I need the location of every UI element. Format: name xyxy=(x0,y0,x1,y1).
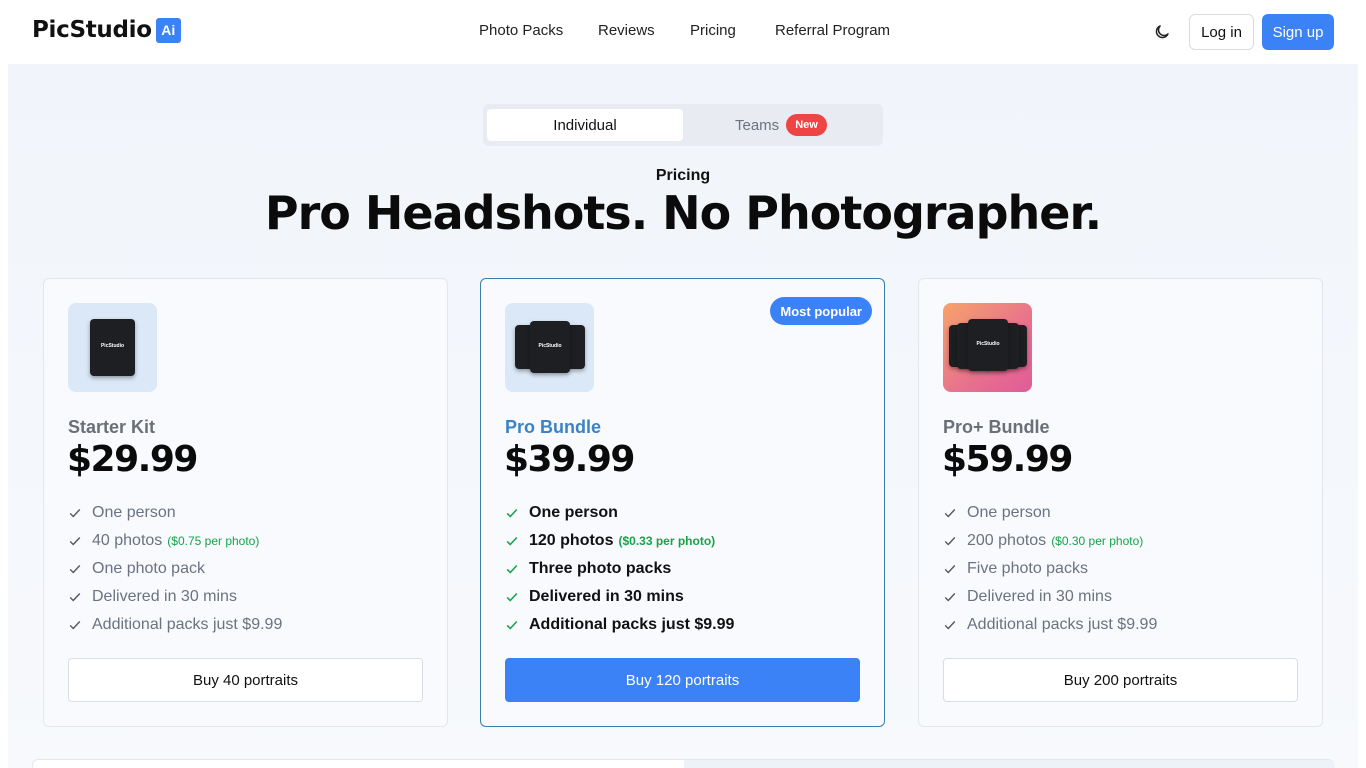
feature-item: Additional packs just $9.99 xyxy=(505,611,734,639)
next-section-tabs xyxy=(32,759,1335,768)
signup-button[interactable]: Sign up xyxy=(1262,14,1334,50)
feature-item: 40 photos ($0.75 per photo) xyxy=(68,527,282,555)
check-icon xyxy=(69,621,81,630)
feature-list: One person 40 photos ($0.75 per photo) On… xyxy=(68,499,282,639)
new-badge: New xyxy=(786,114,827,136)
feature-list: One person 200 photos ($0.30 per photo) F… xyxy=(943,499,1157,639)
plan-name: Pro Bundle xyxy=(505,417,602,437)
feature-item: Additional packs just $9.99 xyxy=(68,611,282,639)
plan-image: PicStudio xyxy=(68,303,157,392)
tab-individual[interactable]: Individual xyxy=(487,109,683,141)
feature-item: 200 photos ($0.30 per photo) xyxy=(943,527,1157,555)
check-icon xyxy=(506,564,518,574)
feature-item: Delivered in 30 mins xyxy=(943,583,1157,611)
check-icon xyxy=(506,508,518,518)
plan-image: PicStudio xyxy=(505,303,594,392)
check-icon xyxy=(944,593,956,602)
feature-list: One person 120 photos ($0.33 per photo) T… xyxy=(505,499,734,639)
login-button[interactable]: Log in xyxy=(1189,14,1254,50)
site-header: PicStudio Ai Photo Packs Reviews Pricing… xyxy=(0,0,1366,64)
buy-120-portraits-button[interactable]: Buy 120 portraits xyxy=(505,658,860,702)
plan-image: PicStudio xyxy=(943,303,1032,392)
plan-price: $39.99 xyxy=(504,439,635,480)
feature-item: Three photo packs xyxy=(505,555,734,583)
plan-name: Starter Kit xyxy=(68,417,156,437)
section-eyebrow: Pricing xyxy=(655,167,711,184)
tab-teams[interactable]: Teams xyxy=(735,117,779,134)
feature-item: One photo pack xyxy=(68,555,282,583)
nav-reviews[interactable]: Reviews xyxy=(598,22,655,39)
feature-item: Delivered in 30 mins xyxy=(505,583,734,611)
plan-card-pro-plus: PicStudio Pro+ Bundle $59.99 One person … xyxy=(918,278,1323,727)
per-photo-price: ($0.30 per photo) xyxy=(1051,534,1144,548)
feature-item: Delivered in 30 mins xyxy=(68,583,282,611)
buy-40-portraits-button[interactable]: Buy 40 portraits xyxy=(68,658,423,702)
check-icon xyxy=(69,565,81,574)
check-icon xyxy=(944,621,956,630)
nav-photo-packs[interactable]: Photo Packs xyxy=(479,22,563,39)
page-title: Pro Headshots. No Photographer. xyxy=(264,186,1102,240)
nav-pricing[interactable]: Pricing xyxy=(690,22,736,39)
check-icon xyxy=(69,537,81,546)
check-icon xyxy=(944,509,956,518)
most-popular-badge: Most popular xyxy=(770,297,872,325)
check-icon xyxy=(944,565,956,574)
feature-item: One person xyxy=(505,499,734,527)
plan-card-pro: PicStudio Most popular Pro Bundle $39.99… xyxy=(480,278,885,727)
check-icon xyxy=(506,536,518,546)
per-photo-price: ($0.33 per photo) xyxy=(618,534,716,548)
check-icon xyxy=(506,620,518,630)
feature-item: Five photo packs xyxy=(943,555,1157,583)
feature-item: One person xyxy=(943,499,1157,527)
plan-price: $59.99 xyxy=(942,439,1073,480)
plan-name: Pro+ Bundle xyxy=(943,417,1050,437)
plan-price: $29.99 xyxy=(67,439,198,480)
feature-item: One person xyxy=(68,499,282,527)
moon-icon[interactable] xyxy=(1153,23,1171,41)
check-icon xyxy=(69,593,81,602)
next-section-tab[interactable] xyxy=(684,760,1335,768)
plan-card-starter: PicStudio Starter Kit $29.99 One person … xyxy=(43,278,448,727)
check-icon xyxy=(506,592,518,602)
plan-type-toggle: Individual Teams New xyxy=(483,104,883,146)
per-photo-price: ($0.75 per photo) xyxy=(167,534,260,548)
check-icon xyxy=(69,509,81,518)
check-icon xyxy=(944,537,956,546)
feature-item: Additional packs just $9.99 xyxy=(943,611,1157,639)
feature-item: 120 photos ($0.33 per photo) xyxy=(505,527,734,555)
nav-referral-program[interactable]: Referral Program xyxy=(775,22,890,39)
buy-200-portraits-button[interactable]: Buy 200 portraits xyxy=(943,658,1298,702)
